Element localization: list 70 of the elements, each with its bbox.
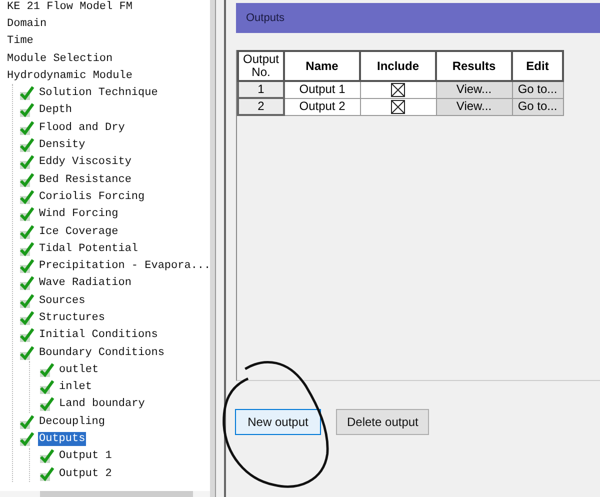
- checkmark-icon[interactable]: [19, 344, 35, 361]
- tree-item[interactable]: Outputs: [38, 432, 86, 446]
- checkmark-icon[interactable]: [19, 275, 35, 292]
- tree-item[interactable]: Structures: [38, 310, 106, 325]
- tree-item[interactable]: Initial Conditions: [38, 328, 159, 342]
- table-cell: Output 2: [284, 98, 360, 115]
- checkmark-icon[interactable]: [19, 172, 35, 188]
- tree-item[interactable]: Precipitation - Evapora...: [38, 259, 212, 274]
- table-cell: Output 1: [284, 81, 360, 98]
- checkmark-icon[interactable]: [19, 137, 35, 154]
- row-header: 2: [238, 98, 284, 115]
- tree-item[interactable]: Output 1: [58, 449, 113, 464]
- tree-item[interactable]: Solution Technique: [38, 86, 159, 100]
- row-header: 1: [238, 81, 284, 98]
- checkmark-icon[interactable]: [19, 102, 35, 118]
- checkmark-icon[interactable]: [39, 466, 55, 482]
- goto-button[interactable]: Go to...: [512, 98, 563, 115]
- tree-item[interactable]: Time: [6, 34, 34, 48]
- tree-item[interactable]: Eddy Viscosity: [38, 155, 132, 170]
- column-header: Edit: [512, 51, 563, 81]
- checkmark-icon[interactable]: [39, 396, 55, 412]
- tree-item[interactable]: Output 2: [58, 466, 113, 481]
- checkmark-icon[interactable]: [19, 431, 35, 448]
- column-header: Include: [360, 51, 436, 81]
- checkmark-icon[interactable]: [19, 258, 35, 274]
- tree-item[interactable]: Ice Coverage: [38, 224, 120, 238]
- checkmark-icon[interactable]: [39, 448, 55, 464]
- tree-item[interactable]: Density: [38, 138, 86, 152]
- checkmark-icon[interactable]: [39, 362, 55, 378]
- checkmark-icon[interactable]: [19, 224, 35, 240]
- checkmark-icon[interactable]: [19, 310, 35, 326]
- tree-item[interactable]: Land boundary: [58, 397, 146, 412]
- action-button[interactable]: New output: [235, 409, 321, 435]
- tree-item[interactable]: Sources: [38, 294, 86, 308]
- column-header: Results: [436, 51, 512, 81]
- tree-item[interactable]: Bed Resistance: [38, 172, 132, 187]
- tree-item[interactable]: inlet: [58, 380, 94, 394]
- tree-item[interactable]: Depth: [38, 103, 74, 118]
- checkmark-icon[interactable]: [19, 292, 35, 309]
- view-button[interactable]: View...: [436, 98, 512, 115]
- scrollbar-thumb[interactable]: [40, 491, 193, 497]
- goto-button[interactable]: Go to...: [512, 81, 563, 98]
- tree-item[interactable]: Hydrodynamic Module: [6, 68, 134, 83]
- tree-item[interactable]: Boundary Conditions: [38, 346, 166, 360]
- checkmark-icon[interactable]: [19, 240, 35, 257]
- checkbox[interactable]: [391, 83, 405, 98]
- checkmark-icon[interactable]: [39, 379, 55, 396]
- tree-item[interactable]: Domain: [6, 16, 48, 31]
- tree-item[interactable]: Module Selection: [6, 52, 114, 66]
- column-header: Name: [284, 51, 360, 81]
- checkmark-icon[interactable]: [19, 327, 35, 344]
- tree-item[interactable]: Coriolis Forcing: [38, 190, 146, 204]
- checkmark-icon[interactable]: [19, 120, 35, 136]
- checkmark-icon[interactable]: [19, 85, 35, 102]
- checkmark-icon[interactable]: [19, 206, 35, 222]
- tree-item[interactable]: Wave Radiation: [38, 276, 132, 290]
- column-header: Output No.: [238, 51, 284, 81]
- tree-item[interactable]: Decoupling: [38, 414, 106, 429]
- checkmark-icon[interactable]: [19, 154, 35, 170]
- tree-item[interactable]: KE 21 Flow Model FM: [6, 0, 134, 14]
- action-button[interactable]: Delete output: [336, 409, 430, 435]
- tree-item[interactable]: Wind Forcing: [38, 207, 120, 222]
- checkmark-icon[interactable]: [19, 188, 35, 205]
- view-button[interactable]: View...: [436, 81, 512, 98]
- panel-title: Outputs: [246, 12, 285, 24]
- tree-item[interactable]: Tidal Potential: [38, 242, 140, 256]
- tree-item[interactable]: outlet: [58, 362, 100, 377]
- checkbox[interactable]: [391, 100, 405, 114]
- checkmark-icon[interactable]: [19, 414, 35, 430]
- tree-item[interactable]: Flood and Dry: [38, 120, 126, 135]
